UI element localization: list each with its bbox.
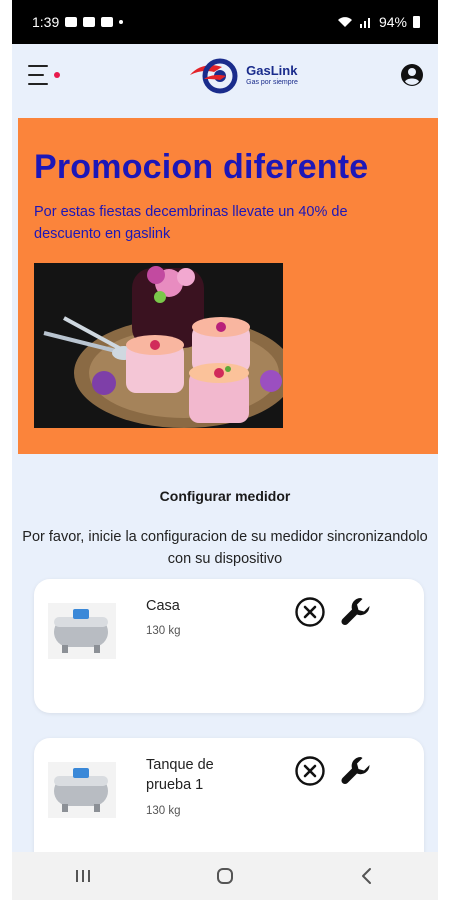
laptop-icon bbox=[83, 17, 96, 27]
configure-wrench-icon[interactable] bbox=[338, 753, 374, 789]
back-icon[interactable] bbox=[347, 856, 387, 896]
youtube-icon bbox=[101, 17, 114, 27]
gaslink-logo-mark-icon bbox=[190, 58, 238, 94]
notification-dot bbox=[54, 72, 60, 78]
configure-wrench-icon[interactable] bbox=[338, 594, 374, 630]
home-icon[interactable] bbox=[205, 856, 245, 896]
logo-name: GasLink bbox=[246, 63, 298, 78]
logo-tagline: Gas por siempre bbox=[246, 79, 298, 86]
promo-banner[interactable]: Promocion diferente Por estas fiestas de… bbox=[18, 118, 438, 454]
status-bar: 1:39 94% bbox=[12, 0, 438, 44]
status-time: 1:39 bbox=[32, 14, 60, 30]
promo-text: Por estas fiestas decembrinas llevate un… bbox=[34, 204, 348, 242]
more-notifications-icon bbox=[119, 20, 124, 24]
meter-name: Tanque de prueba 1 bbox=[146, 757, 214, 793]
config-title: Configurar medidor bbox=[159, 488, 291, 504]
recents-icon[interactable] bbox=[63, 856, 103, 896]
gaslink-logo: GasLink Gas por siempre bbox=[186, 55, 298, 95]
battery-percent: 94% bbox=[378, 14, 407, 30]
meter-weight: 130 kg bbox=[146, 625, 181, 637]
delete-meter-icon[interactable] bbox=[294, 596, 326, 628]
gas-tank-icon bbox=[48, 603, 116, 659]
delete-meter-icon[interactable] bbox=[294, 755, 326, 787]
signal-icon bbox=[359, 18, 370, 28]
promo-title: Promocion diferente bbox=[34, 148, 369, 186]
config-text: Por favor, inicie la configuracion de su… bbox=[22, 529, 428, 567]
hamburger-menu-icon[interactable] bbox=[28, 65, 60, 85]
gas-tank-icon bbox=[48, 762, 116, 818]
battery-icon bbox=[413, 16, 420, 28]
phone-screen: 1:39 94% GasLink Gas por siempre Promoci… bbox=[12, 0, 438, 900]
wifi-icon bbox=[337, 17, 352, 27]
system-nav-bar bbox=[12, 852, 438, 900]
account-circle-icon[interactable] bbox=[400, 63, 424, 87]
app-bar: GasLink Gas por siempre bbox=[12, 44, 438, 106]
meter-card[interactable]: Casa 130 kg bbox=[34, 579, 424, 713]
meter-name: Casa bbox=[146, 598, 180, 614]
notification-icon bbox=[65, 17, 78, 27]
promo-image bbox=[34, 263, 283, 428]
meter-weight: 130 kg bbox=[146, 805, 181, 817]
